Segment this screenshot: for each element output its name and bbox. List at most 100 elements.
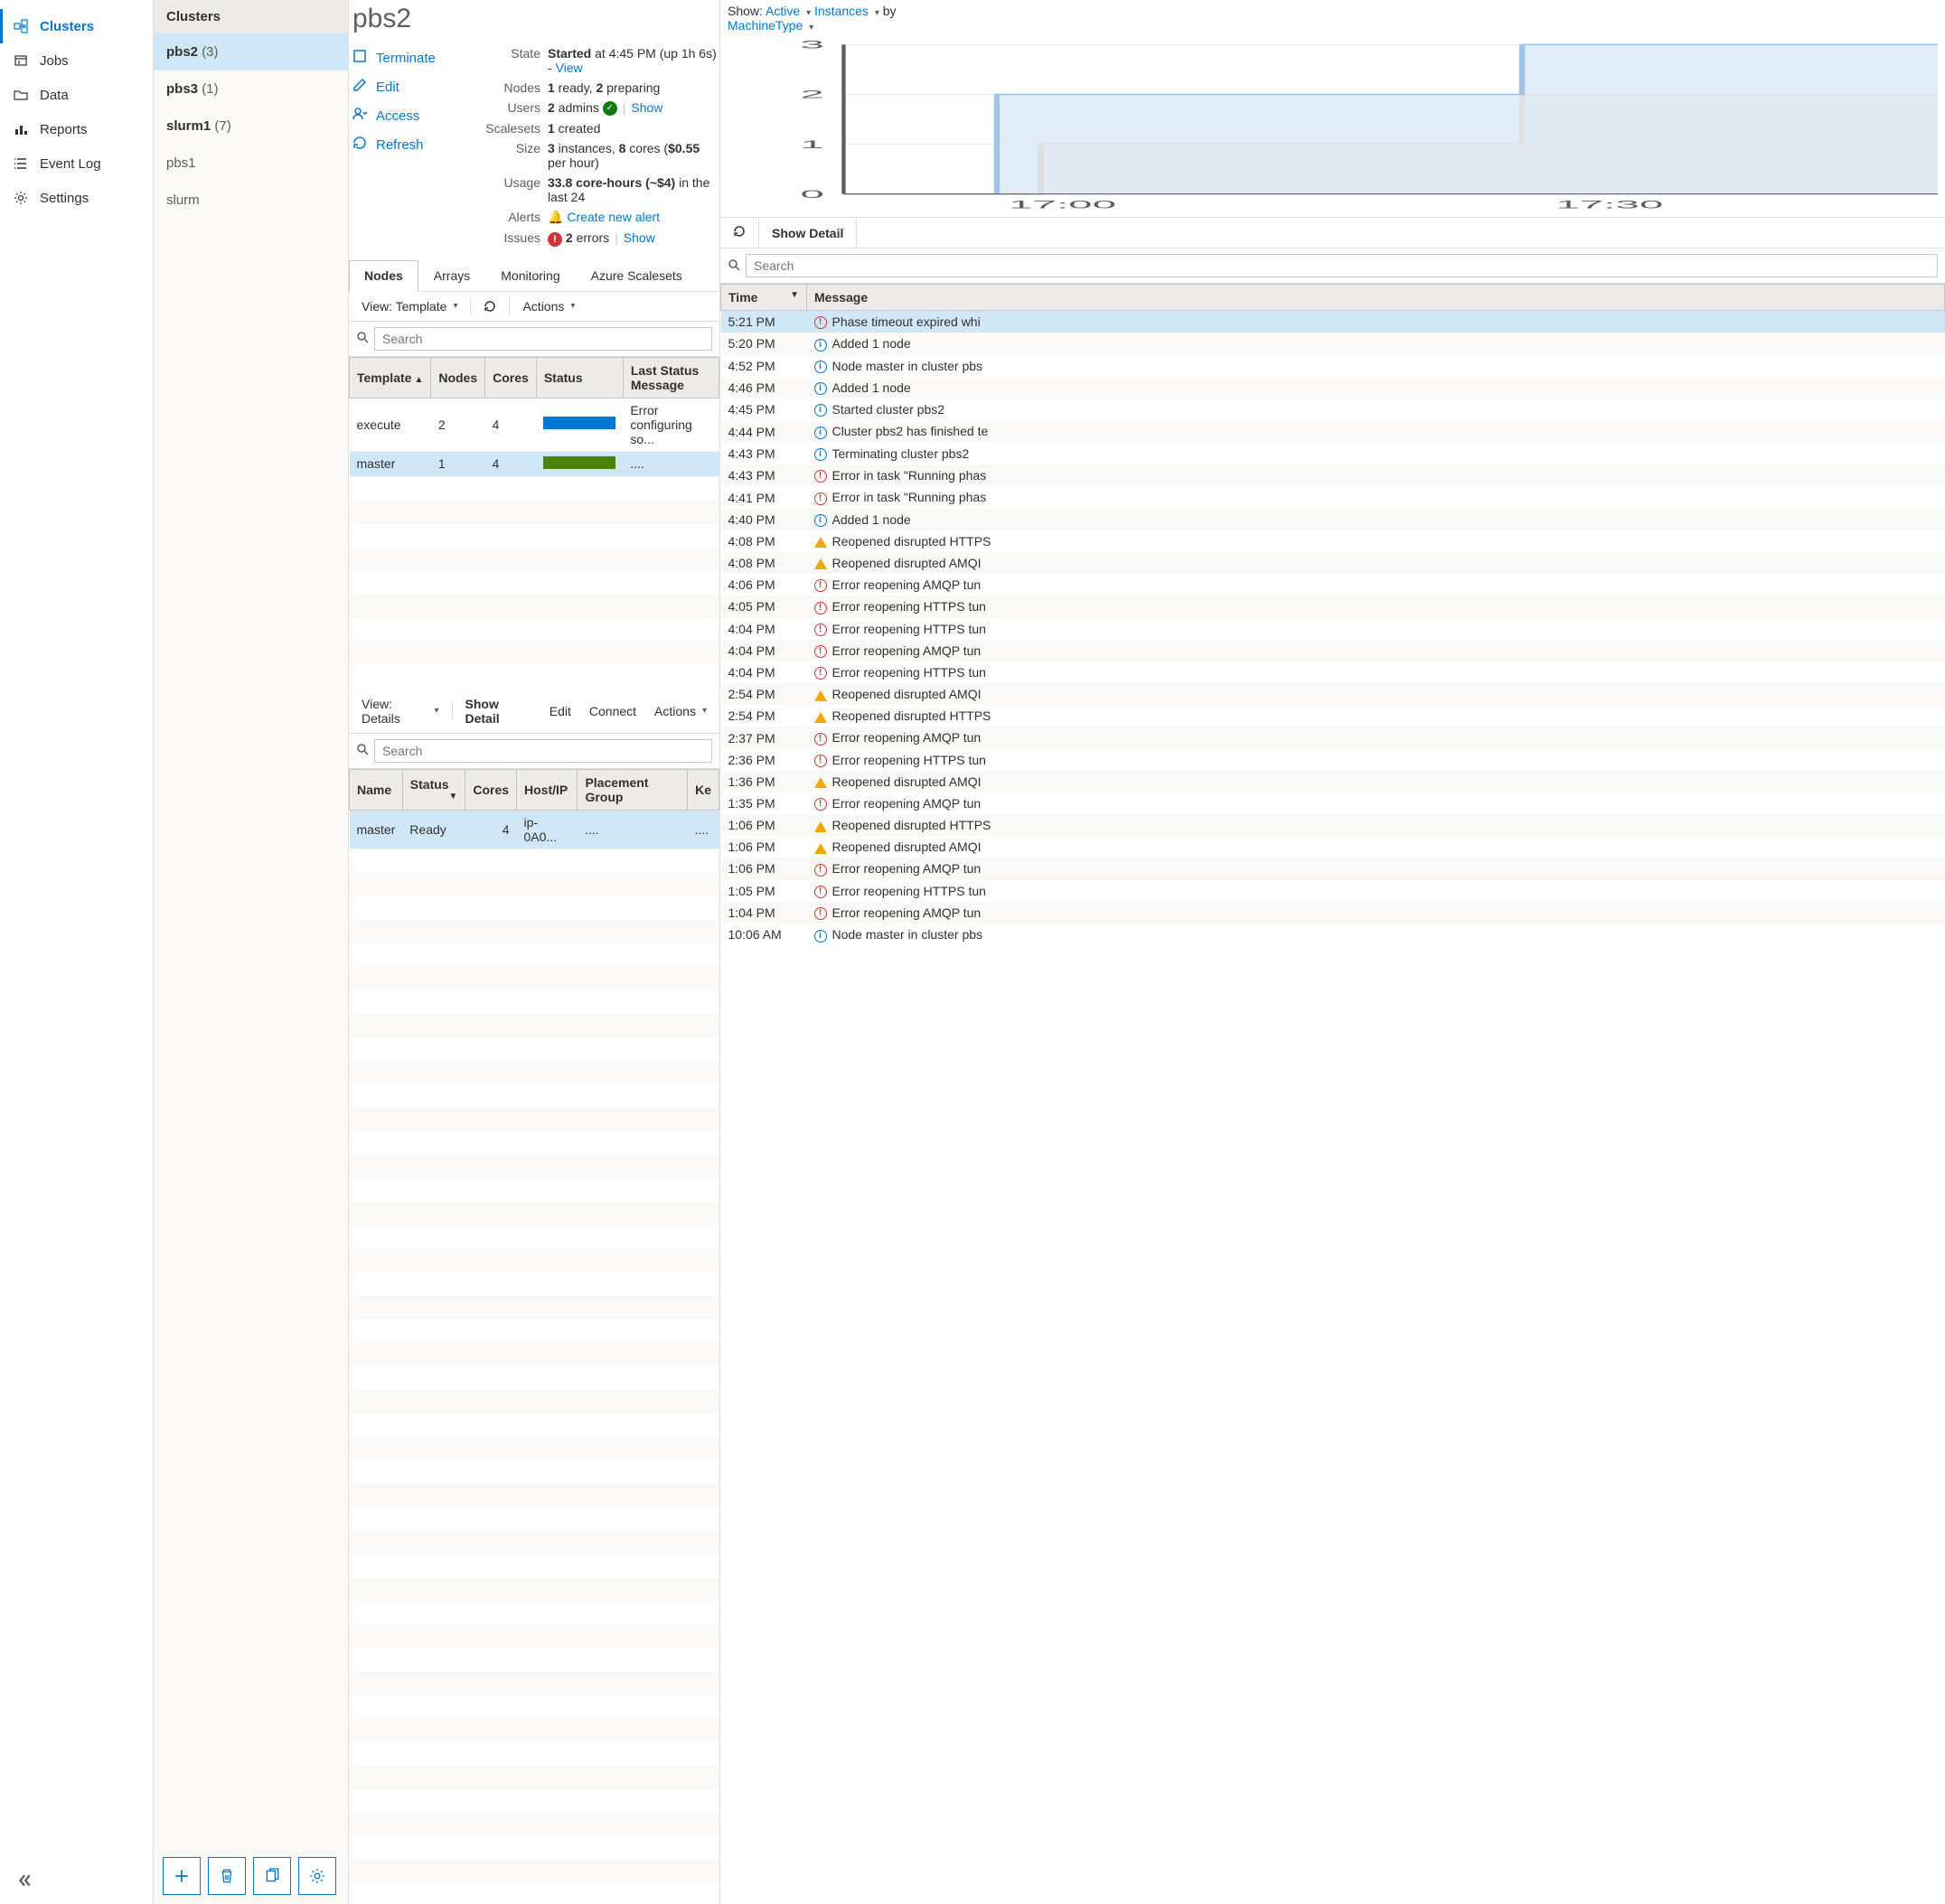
event-row[interactable]: 4:45 PMiStarted cluster pbs2 [721, 399, 1945, 420]
cluster-item[interactable]: pbs3 (1) [154, 70, 348, 108]
event-row[interactable]: 4:06 PM!Error reopening AMQP tun [721, 574, 1945, 596]
event-row[interactable]: 4:40 PMiAdded 1 node [721, 509, 1945, 530]
col-template[interactable]: Template▲ [350, 357, 431, 398]
event-row[interactable]: 2:54 PMReopened disrupted HTTPS [721, 705, 1945, 727]
event-row[interactable]: 1:36 PMReopened disrupted AMQI [721, 771, 1945, 793]
view-link[interactable]: View [556, 61, 583, 75]
cluster-item[interactable]: pbs2 (3) [154, 33, 348, 70]
error-icon: ! [814, 602, 827, 614]
event-row[interactable]: 5:21 PM!Phase timeout expired whi [721, 311, 1945, 333]
event-row[interactable]: 1:05 PM!Error reopening HTTPS tun [721, 880, 1945, 902]
col-cores[interactable]: Cores [465, 769, 517, 810]
col-name[interactable]: Name [350, 769, 403, 810]
event-row[interactable]: 1:06 PMReopened disrupted AMQI [721, 836, 1945, 858]
edit-node-button[interactable]: Edit [544, 700, 577, 722]
show-active-dropdown[interactable]: Active ▾ [766, 4, 811, 18]
nodes-text2: preparing [603, 80, 660, 95]
col-status[interactable]: Status [536, 357, 623, 398]
event-row[interactable]: 4:08 PMReopened disrupted AMQI [721, 552, 1945, 574]
nav-jobs[interactable]: Jobs [0, 43, 153, 78]
col-nodes[interactable]: Nodes [431, 357, 485, 398]
actions-dropdown[interactable]: Actions▾ [517, 295, 580, 317]
event-row[interactable]: 4:04 PM!Error reopening HTTPS tun [721, 661, 1945, 683]
svg-text:2: 2 [800, 89, 823, 101]
detail-search-input[interactable] [374, 739, 712, 763]
col-time[interactable]: Time▼ [721, 285, 807, 311]
tab-nodes[interactable]: Nodes [349, 260, 418, 292]
event-row[interactable]: 1:06 PM!Error reopening AMQP tun [721, 858, 1945, 879]
event-row[interactable]: 4:08 PMReopened disrupted HTTPS [721, 530, 1945, 552]
col-cores[interactable]: Cores [485, 357, 537, 398]
settings-cluster-button[interactable] [298, 1857, 336, 1895]
col-pg[interactable]: Placement Group [578, 769, 688, 810]
view-template-dropdown[interactable]: View: Template▾ [356, 295, 463, 317]
cluster-item[interactable]: slurm1 (7) [154, 108, 348, 145]
show-detail-events-button[interactable]: Show Detail [759, 219, 857, 248]
delete-cluster-button[interactable] [208, 1857, 246, 1895]
nav-reports[interactable]: Reports [0, 112, 153, 146]
event-row[interactable]: 1:06 PMReopened disrupted HTTPS [721, 814, 1945, 836]
event-row[interactable]: 4:04 PM!Error reopening AMQP tun [721, 640, 1945, 661]
node-actions-dropdown[interactable]: Actions▾ [649, 700, 712, 722]
nav-label: Reports [40, 122, 88, 137]
nodes-search-input[interactable] [374, 327, 712, 351]
search-icon [356, 331, 369, 346]
event-row[interactable]: 4:52 PMiNode master in cluster pbs [721, 355, 1945, 377]
event-row[interactable]: 4:43 PM!Error in task "Running phas [721, 464, 1945, 486]
event-row[interactable]: 4:46 PMiAdded 1 node [721, 377, 1945, 399]
event-row[interactable]: 2:37 PM!Error reopening AMQP tun [721, 727, 1945, 748]
terminate-button[interactable]: Terminate [352, 43, 484, 72]
nav-clusters[interactable]: Clusters [0, 9, 153, 43]
col-host[interactable]: Host/IP [517, 769, 578, 810]
access-button[interactable]: Access [352, 101, 484, 130]
event-row[interactable]: 4:44 PMiCluster pbs2 has finished te [721, 420, 1945, 442]
error-icon: ! [814, 667, 827, 680]
nav-eventlog[interactable]: Event Log [0, 146, 153, 181]
col-message[interactable]: Message [807, 285, 1945, 311]
event-row[interactable]: 2:36 PM!Error reopening HTTPS tun [721, 749, 1945, 771]
connect-button[interactable]: Connect [584, 700, 642, 722]
event-row[interactable]: 4:43 PMiTerminating cluster pbs2 [721, 443, 1945, 464]
refresh-button[interactable]: Refresh [352, 130, 484, 159]
event-row[interactable]: 1:35 PM!Error reopening AMQP tun [721, 793, 1945, 814]
col-status[interactable]: Status▼ [402, 769, 465, 810]
refresh-grid-button[interactable] [478, 296, 502, 316]
show-users-link[interactable]: Show [631, 100, 662, 115]
label-users: Users [484, 100, 548, 116]
show-issues-link[interactable]: Show [624, 230, 655, 245]
events-search-input[interactable] [746, 254, 1938, 277]
table-row[interactable]: master14.... [350, 451, 719, 476]
event-row[interactable]: 1:04 PM!Error reopening AMQP tun [721, 902, 1945, 924]
view-details-dropdown[interactable]: View: Details▾ [356, 693, 445, 729]
create-alert-link[interactable]: Create new alert [567, 210, 660, 224]
cluster-item[interactable]: slurm [154, 182, 348, 219]
col-msg[interactable]: Last Status Message [623, 357, 719, 398]
label-size: Size [484, 141, 548, 170]
event-row[interactable]: 4:41 PM!Error in task "Running phas [721, 486, 1945, 508]
table-row[interactable]: execute24Error configuring so... [350, 398, 719, 451]
col-ke[interactable]: Ke [688, 769, 719, 810]
nav-settings[interactable]: Settings [0, 181, 153, 215]
tab-scalesets[interactable]: Azure Scalesets [576, 260, 698, 291]
event-row[interactable]: 2:54 PMReopened disrupted AMQI [721, 683, 1945, 705]
label-issues: Issues [484, 230, 548, 246]
event-row[interactable]: 4:04 PM!Error reopening HTTPS tun [721, 618, 1945, 640]
table-row[interactable]: masterReady4ip-0A0........... [350, 810, 719, 849]
show-detail-button[interactable]: Show Detail [460, 693, 537, 729]
event-row[interactable]: 4:05 PM!Error reopening HTTPS tun [721, 596, 1945, 617]
nav-data[interactable]: Data [0, 78, 153, 112]
refresh-events-button[interactable] [720, 218, 759, 248]
show-instances-dropdown[interactable]: Instances ▾ [814, 4, 879, 18]
cluster-item[interactable]: pbs1 [154, 145, 348, 182]
nodes-ready: 1 [548, 80, 555, 95]
event-row[interactable]: 5:20 PMiAdded 1 node [721, 333, 1945, 354]
event-row[interactable]: 10:06 AMiNode master in cluster pbs [721, 924, 1945, 945]
collapse-nav-button[interactable] [16, 1872, 33, 1891]
jobs-icon [13, 52, 29, 69]
add-cluster-button[interactable] [163, 1857, 201, 1895]
tab-arrays[interactable]: Arrays [418, 260, 485, 291]
copy-cluster-button[interactable] [253, 1857, 291, 1895]
edit-button[interactable]: Edit [352, 72, 484, 101]
machinetype-dropdown[interactable]: MachineType ▾ [728, 18, 813, 33]
tab-monitoring[interactable]: Monitoring [485, 260, 575, 291]
